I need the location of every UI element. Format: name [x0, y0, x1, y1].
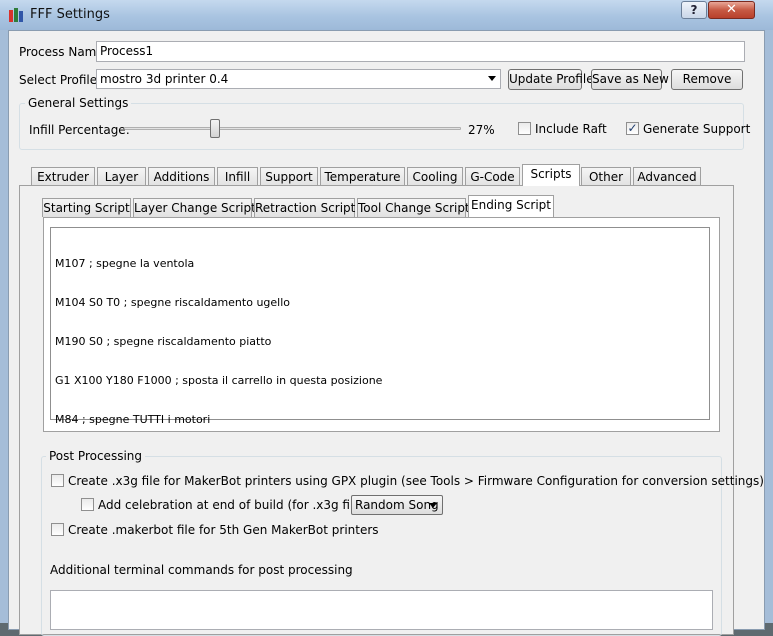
generate-support-checkbox[interactable]: ✓	[626, 122, 639, 135]
app-icon	[9, 8, 23, 22]
update-profile-button[interactable]: Update Profile	[508, 69, 594, 90]
include-raft-checkbox[interactable]	[518, 122, 531, 135]
infill-percentage-label: Infill Percentage:	[29, 123, 130, 137]
ending-script-text: M107 ; spegne la ventola M104 S0 T0 ; sp…	[55, 231, 382, 452]
makerbot-checkbox[interactable]	[51, 523, 64, 536]
chevron-down-icon	[429, 503, 437, 508]
close-button[interactable]: ✕	[708, 1, 755, 19]
save-as-new-button[interactable]: Save as New	[591, 69, 669, 90]
tab-infill[interactable]: Infill	[217, 167, 258, 186]
terminal-commands-label: Additional terminal commands for post pr…	[50, 563, 353, 577]
x3g-checkbox[interactable]	[51, 474, 64, 487]
tab-cooling[interactable]: Cooling	[407, 167, 463, 186]
infill-slider-track[interactable]	[124, 127, 461, 130]
dialog-body: Process Name: Process1 Select Profile: m…	[8, 30, 765, 636]
profile-select-value: mostro 3d printer 0.4	[100, 72, 229, 86]
script-tab-retraction-script[interactable]: Retraction Script	[254, 198, 355, 217]
tab-advanced[interactable]: Advanced	[633, 167, 701, 186]
title-bar: FFF Settings ? ✕	[0, 0, 773, 30]
tab-support[interactable]: Support	[260, 167, 318, 186]
post-processing-title: Post Processing	[46, 449, 145, 463]
song-select-value: Random Song	[355, 498, 439, 512]
process-name-input[interactable]: Process1	[96, 41, 745, 62]
terminal-commands-input[interactable]	[50, 590, 713, 630]
script-tab-starting-script[interactable]: Starting Script	[42, 198, 131, 217]
script-tab-tool-change-script[interactable]: Tool Change Script	[357, 198, 470, 217]
tab-other[interactable]: Other	[581, 167, 631, 186]
process-name-label: Process Name:	[19, 45, 108, 59]
celebration-checkbox[interactable]	[81, 498, 94, 511]
chevron-down-icon	[488, 76, 496, 81]
makerbot-label: Create .makerbot file for 5th Gen MakerB…	[68, 523, 379, 537]
general-settings-title: General Settings	[25, 96, 132, 110]
remove-button[interactable]: Remove	[671, 69, 743, 90]
tab-extruder[interactable]: Extruder	[31, 167, 95, 186]
script-tab-layer-change-script[interactable]: Layer Change Script	[133, 198, 256, 217]
infill-slider-thumb[interactable]	[209, 119, 220, 138]
tab-layer[interactable]: Layer	[97, 167, 146, 186]
profile-select[interactable]: mostro 3d printer 0.4	[96, 69, 501, 89]
script-line: G1 X100 Y180 F1000 ; sposta il carrello …	[55, 374, 383, 387]
window-border-right	[765, 30, 773, 623]
script-line: M107 ; spegne la ventola	[55, 257, 195, 270]
script-line: M104 S0 T0 ; spegne riscaldamento ugello	[55, 296, 291, 309]
infill-percentage-value: 27%	[468, 123, 495, 137]
tab-scripts[interactable]: Scripts	[522, 164, 580, 186]
select-profile-label: Select Profile:	[19, 73, 102, 87]
tab-temperature[interactable]: Temperature	[320, 167, 405, 186]
x3g-label: Create .x3g file for MakerBot printers u…	[68, 474, 764, 488]
help-button[interactable]: ?	[681, 1, 707, 19]
script-line: M84 ; spegne TUTTI i motori	[55, 413, 211, 426]
tab-g-code[interactable]: G-Code	[465, 167, 520, 186]
generate-support-label: Generate Support	[643, 122, 751, 136]
tab-additions[interactable]: Additions	[148, 167, 215, 186]
window-title: FFF Settings	[30, 7, 110, 22]
script-line: M190 S0 ; spegne riscaldamento piatto	[55, 335, 272, 348]
include-raft-label: Include Raft	[535, 122, 607, 136]
script-tab-ending-script[interactable]: Ending Script	[468, 195, 554, 217]
window-border-left	[0, 30, 8, 623]
song-select[interactable]: Random Song	[351, 495, 443, 515]
